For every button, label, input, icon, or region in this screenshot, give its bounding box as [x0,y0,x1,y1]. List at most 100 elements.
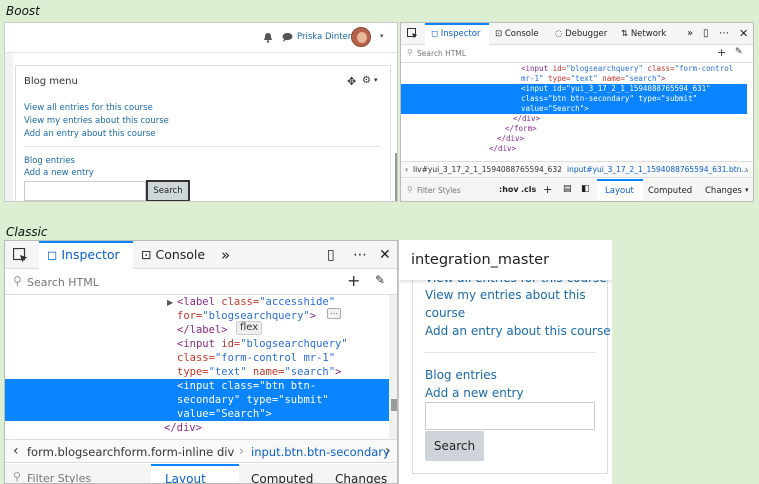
tab-console[interactable]: ⊡ Console [495,23,539,45]
search-button[interactable]: Search [146,180,190,201]
breadcrumb-scroll-left-icon[interactable]: ‹ [405,165,408,174]
code-line[interactable]: </form> [401,124,747,134]
link-view-my-entries[interactable]: View my entries about this course [24,115,384,128]
tab-layout[interactable]: Layout [165,472,206,483]
breadcrumb-scroll-right-icon[interactable]: › [385,443,391,459]
user-name[interactable]: Priska Dinter [297,32,351,42]
print-media-icon[interactable]: ▤ [563,184,572,194]
search-html-input[interactable] [417,47,707,60]
tab-changes[interactable]: Changes [335,472,387,483]
tab-debugger[interactable]: ◌ Debugger [555,23,607,45]
code-line[interactable]: <label class="accesshide" [5,295,389,309]
link-add-entry-course[interactable]: Add an entry about this course [425,322,611,340]
pick-element-icon[interactable] [407,23,418,45]
search-html-input[interactable] [27,274,327,290]
divider [24,146,380,147]
add-node-icon[interactable]: + [717,46,726,59]
close-devtools-icon[interactable]: ✕ [739,23,748,45]
tab-console[interactable]: ⊡ Console [141,241,205,269]
tab-computed[interactable]: Computed [251,472,313,483]
link-add-new-entry[interactable]: Add a new entry [24,167,94,180]
eyedropper-icon[interactable]: ✎ [375,273,385,287]
ellipsis-badge[interactable]: ⋯ [327,308,341,319]
breadcrumb-item[interactable]: form.blogsearchform.form-inline [27,445,213,459]
tab-inspector[interactable]: ◻ Inspector [431,23,480,45]
code-line[interactable]: mr-1" type="text" name="search"> [401,74,747,84]
breadcrumb-item-current[interactable]: input.btn.btn-secondary [251,445,390,459]
selected-node-line[interactable]: value="Search"> [5,407,389,421]
boost-devtools: ◻ Inspector ⊡ Console ◌ Debugger ⇅ Netwo… [400,22,754,202]
breadcrumb-item-current[interactable]: input#yui_3_17_2_1_1594088765594_631.btn… [567,165,749,174]
tab-inspector[interactable]: ◻ Inspector [47,241,120,269]
selected-node-line[interactable]: value="Search"> [401,104,747,114]
more-tabs-icon[interactable]: » [221,241,230,269]
selected-node-line[interactable]: <input class="btn btn- [5,379,389,393]
left-gutter [5,53,13,201]
code-line[interactable]: </div> [401,144,747,154]
code-line[interactable]: type="text" name="search"> [5,365,389,379]
breadcrumb-scroll-left-icon[interactable]: ‹ [13,443,19,459]
markup-view[interactable]: <input id="blogsearchquery" class="form-… [401,63,753,161]
breadcrumb-scroll-right-icon[interactable]: › [745,165,748,174]
code-line[interactable]: </label> [5,323,389,337]
avatar[interactable] [351,27,371,47]
inspector-icon: ◻ [431,29,439,39]
search-button[interactable]: Search [425,431,484,461]
selected-node-line[interactable]: secondary" type="submit" [5,393,389,407]
markup-scrollbar[interactable] [389,295,397,439]
block-menu-caret-icon[interactable]: ▾ [374,76,378,84]
code-line[interactable]: </div> [5,421,389,435]
page-scrollbar[interactable] [395,153,397,201]
rules-toolbar: ⚲ :hov .cls + ▤ ◧ Layout Computed Change… [401,179,753,201]
selected-node-line[interactable]: class="btn btn-secondary" type="submit" [401,94,747,104]
tab-network[interactable]: ⇅ Network [621,23,666,45]
toggle-sidebar-icon[interactable]: ◧ [581,184,590,194]
blog-search-input[interactable] [24,181,146,201]
hov-toggle[interactable]: :hov [499,185,519,194]
cls-toggle[interactable]: .cls [521,185,536,194]
site-title[interactable]: integration_master [411,252,549,268]
filter-styles-input[interactable] [417,184,495,197]
link-view-my-entries-wrap[interactable]: course [425,304,465,322]
classic-devtools: ◻ Inspector ⊡ Console » ▯ ⋯ ✕ ⚲ + ✎ <lab… [4,240,398,484]
code-line[interactable]: class="form-control mr-1" [5,351,389,365]
add-node-icon[interactable]: + [347,271,360,290]
code-line[interactable]: </div> [401,114,747,124]
close-devtools-icon[interactable]: ✕ [379,241,391,269]
tab-changes[interactable]: Changes [705,186,742,196]
filter-styles-input[interactable] [27,470,137,483]
console-icon: ⊡ [141,247,152,262]
responsive-mode-icon[interactable]: ▯ [703,23,709,45]
expand-node-icon[interactable]: ▶ [167,298,173,307]
code-line[interactable]: <input id="blogsearchquery" [5,337,389,351]
code-line[interactable]: </div> [401,134,747,144]
bell-icon[interactable] [263,32,273,43]
link-add-new-entry[interactable]: Add a new entry [425,384,524,402]
breadcrumb-item[interactable]: liv#yui_3_17_2_1_1594088765594_632 [413,165,562,174]
link-view-all-entries[interactable]: View all entries for this course [24,102,384,115]
options-menu-icon[interactable]: ⋯ [353,241,367,269]
more-side-tabs-icon[interactable]: ▾ [745,186,749,194]
chat-icon[interactable] [282,32,293,42]
flex-badge[interactable]: flex [236,321,263,335]
link-view-my-entries[interactable]: View my entries about this [425,286,586,304]
pick-element-icon[interactable] [13,241,28,269]
blog-search-input[interactable] [425,402,595,430]
more-tabs-icon[interactable]: » [687,23,693,45]
tab-layout[interactable]: Layout [605,186,634,196]
link-add-entry-course[interactable]: Add an entry about this course [24,128,384,141]
options-menu-icon[interactable]: ⋯ [719,23,729,45]
responsive-mode-icon[interactable]: ▯ [327,241,335,269]
tab-computed[interactable]: Computed [648,186,692,196]
move-icon[interactable]: ✥ [347,75,356,88]
breadcrumb-item[interactable]: div [217,445,234,459]
user-menu-caret-icon[interactable]: ▾ [380,32,384,40]
gear-icon[interactable]: ⚙ [362,75,371,86]
code-line[interactable]: <input id="blogsearchquery" class="form-… [401,64,747,74]
filter-icon: ⚲ [407,185,413,194]
add-rule-icon[interactable]: + [543,183,552,196]
link-blog-entries[interactable]: Blog entries [425,366,497,384]
classic-section-label: Classic [6,225,48,239]
eyedropper-icon[interactable]: ✎ [735,47,743,57]
selected-node-line[interactable]: <input id="yui_3_17_2_1_1594088765594_63… [401,84,747,94]
